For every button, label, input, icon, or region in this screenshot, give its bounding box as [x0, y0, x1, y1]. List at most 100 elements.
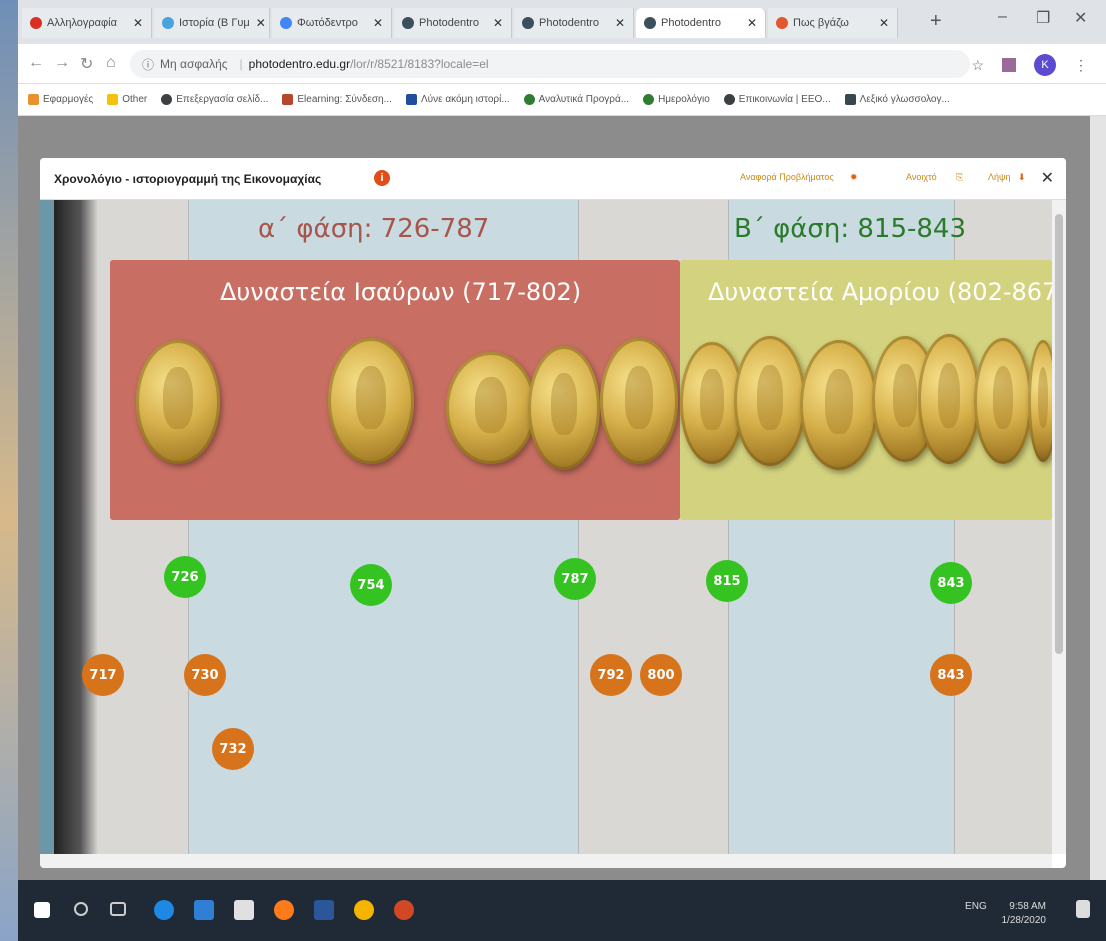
close-icon[interactable]: ✕	[609, 16, 625, 30]
start-icon[interactable]	[34, 902, 50, 918]
year-marker-843[interactable]: 843	[930, 562, 972, 604]
task-view-icon[interactable]	[110, 902, 126, 916]
menu-icon[interactable]: ⋮	[1074, 57, 1088, 74]
year-marker-730[interactable]: 730	[184, 654, 226, 696]
year-marker-843-end[interactable]: 843	[930, 654, 972, 696]
window-close-button[interactable]: ✕	[1074, 8, 1087, 28]
firefox-icon[interactable]	[274, 900, 294, 920]
tab-photodentro-active[interactable]: Photodentro ✕	[636, 8, 766, 38]
year-marker-800[interactable]: 800	[640, 654, 682, 696]
coin-image[interactable]	[918, 334, 980, 464]
coin-image[interactable]	[1028, 340, 1052, 462]
close-icon[interactable]: ✕	[741, 16, 757, 30]
store-icon[interactable]	[194, 900, 214, 920]
info-icon[interactable]: ⓘ	[142, 56, 154, 73]
close-icon[interactable]: ✕	[1041, 168, 1054, 188]
coin-image[interactable]	[446, 352, 536, 464]
tab-history-class[interactable]: Ιστορία (Β Γυμ ✕	[154, 8, 270, 38]
close-icon[interactable]: ✕	[250, 16, 266, 30]
year-marker-787[interactable]: 787	[554, 558, 596, 600]
book-icon	[844, 94, 856, 105]
coin-image[interactable]	[600, 338, 678, 464]
forward-icon[interactable]: →	[54, 54, 70, 72]
tab-photodentro-2[interactable]: Photodentro ✕	[514, 8, 634, 38]
page-scrollbar[interactable]	[1090, 116, 1106, 880]
bookmark-edit-page[interactable]: Επεξεργασία σελίδ...	[161, 94, 268, 105]
close-icon[interactable]: ✕	[127, 16, 143, 30]
bookmark-curricula[interactable]: Αναλυτικά Προγρά...	[523, 94, 629, 105]
coin-image[interactable]	[974, 338, 1032, 464]
maximize-button[interactable]: ❐	[1036, 8, 1050, 28]
globe-icon	[643, 94, 655, 105]
scroll-thumb[interactable]	[1055, 214, 1063, 654]
tab-label: Αλληλογραφία	[47, 17, 117, 29]
horizontal-scrollbar[interactable]	[40, 854, 1052, 868]
reload-icon[interactable]: ↻	[80, 54, 93, 74]
apps-grid-icon	[28, 94, 39, 105]
new-tab-button[interactable]: +	[930, 10, 942, 33]
year-marker-792[interactable]: 792	[590, 654, 632, 696]
clock-date[interactable]: 1/28/2020	[1002, 914, 1047, 928]
close-icon[interactable]: ✕	[487, 16, 503, 30]
amorian-dynasty-title: Δυναστεία Αμορίου (802-867	[708, 278, 1052, 306]
tab-google-search[interactable]: Φωτόδεντρο ✕	[272, 8, 392, 38]
download-icon: ⬇	[1018, 172, 1026, 182]
timeline-canvas[interactable]: α΄ φάση: 726-787 Β΄ φάση: 815-843 Δυναστ…	[40, 200, 1052, 854]
bookmarks-bar: Εφαρμογές Other Επεξεργασία σελίδ... Ele…	[18, 84, 1106, 116]
year-marker-717[interactable]: 717	[82, 654, 124, 696]
torn-edge-shadow	[54, 200, 98, 854]
tab-mail[interactable]: Αλληλογραφία ✕	[22, 8, 152, 38]
info-icon[interactable]: i	[374, 170, 390, 186]
tab-bar: Αλληλογραφία ✕ Ιστορία (Β Γυμ ✕ Φωτόδεντ…	[18, 0, 1106, 44]
globe-icon	[723, 94, 735, 105]
year-marker-754[interactable]: 754	[350, 564, 392, 606]
tab-photodentro-1[interactable]: Photodentro ✕	[394, 8, 512, 38]
tab-powerpoint-help[interactable]: Πως βγάζω ✕	[768, 8, 898, 38]
globe-icon	[522, 17, 534, 29]
chrome-icon[interactable]	[354, 900, 374, 920]
download-link[interactable]: Λήψη	[988, 172, 1010, 182]
bookmark-icon	[405, 94, 417, 105]
bookmark-calendar[interactable]: Ημερολόγιο	[643, 94, 710, 105]
year-marker-815[interactable]: 815	[706, 560, 748, 602]
edge-icon[interactable]	[154, 900, 174, 920]
tab-label: Ιστορία (Β Γυμ	[179, 17, 250, 29]
bookmark-dictionary[interactable]: Λεξικό γλωσσολογ...	[844, 94, 950, 105]
open-link[interactable]: Ανοιχτό	[906, 172, 937, 182]
close-icon[interactable]: ✕	[873, 16, 889, 30]
photos-icon[interactable]	[234, 900, 254, 920]
bookmark-history-solver[interactable]: Λύνε ακόμη ιστορί...	[405, 94, 510, 105]
folder-icon	[107, 94, 119, 105]
clock-time[interactable]: 9:58 AM	[1002, 900, 1046, 914]
bookmark-elearning[interactable]: Elearning: Σύνδεση...	[282, 94, 392, 105]
report-problem-link[interactable]: Αναφορά Προβλήματος	[740, 172, 834, 182]
bookmark-contact[interactable]: Επικοινωνία | ΕΕΟ...	[723, 94, 831, 105]
language-indicator[interactable]: ENG	[965, 901, 987, 912]
year-marker-732[interactable]: 732	[212, 728, 254, 770]
windows-taskbar: ENG 9:58 AM 1/28/2020	[18, 880, 1106, 941]
bookmark-other[interactable]: Other	[107, 94, 147, 105]
coin-image[interactable]	[800, 340, 878, 470]
search-icon[interactable]	[74, 902, 88, 916]
star-icon[interactable]: ☆	[971, 57, 984, 74]
coin-image[interactable]	[734, 336, 806, 466]
minimize-button[interactable]: –	[998, 8, 1007, 26]
year-marker-726[interactable]: 726	[164, 556, 206, 598]
word-icon[interactable]	[314, 900, 334, 920]
coin-image[interactable]	[136, 340, 220, 464]
url-input[interactable]: ⓘ Μη ασφαλής | photodentro.edu.gr /lor/r…	[130, 50, 970, 78]
powerpoint-icon[interactable]	[394, 900, 414, 920]
coin-image[interactable]	[328, 338, 414, 464]
coin-image[interactable]	[528, 346, 600, 470]
back-icon[interactable]: ←	[28, 54, 44, 72]
close-icon[interactable]: ✕	[367, 16, 383, 30]
home-icon[interactable]: ⌂	[106, 54, 116, 72]
vertical-scrollbar[interactable]	[1052, 200, 1066, 854]
bookmark-apps[interactable]: Εφαρμογές	[28, 94, 93, 105]
notifications-icon[interactable]	[1076, 900, 1090, 918]
toolbar-icons: ☆ K ⋮	[971, 54, 1088, 76]
extension-icon[interactable]	[1002, 58, 1016, 72]
address-bar-row: ← → ↻ ⌂ ⓘ Μη ασφαλής | photodentro.edu.g…	[18, 44, 1106, 84]
doc-icon	[162, 17, 174, 29]
avatar[interactable]: K	[1034, 54, 1056, 76]
